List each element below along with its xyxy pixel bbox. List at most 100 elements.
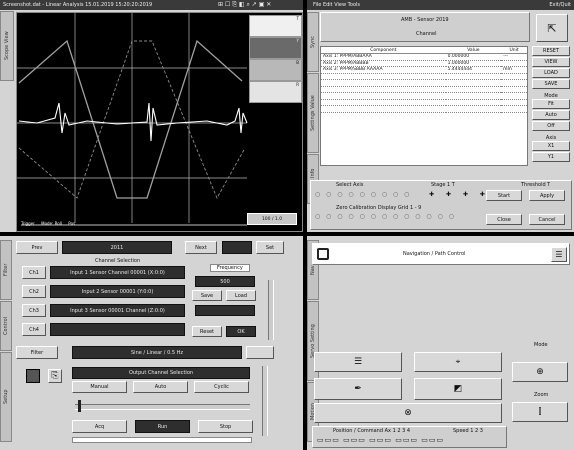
- filter-value[interactable]: Sine / Linear / 0.5 Hz: [72, 346, 242, 359]
- off-button[interactable]: Off: [532, 121, 570, 131]
- set-button[interactable]: Set: [256, 241, 284, 254]
- scope-side-tab[interactable]: Scope View: [0, 11, 14, 81]
- ch1-value[interactable]: Input 1 Sensor Channel 00001 (X:0:0): [50, 266, 185, 279]
- stack-button[interactable]: ☰: [314, 352, 402, 372]
- top-value-display[interactable]: 2011: [62, 241, 172, 254]
- vertical-slider-2[interactable]: [262, 366, 268, 436]
- stage-markers[interactable]: ✚ ✚ ✚ ✚: [429, 191, 490, 198]
- position-status-label: Position / Command Ax 1 2 3 4: [333, 428, 411, 434]
- grid-radio-row[interactable]: ○ ○ ○ ○ ○ ○ ○ ○ ○ ○ ○ ○ ○: [315, 213, 456, 220]
- reset-mini-button[interactable]: Reset: [192, 326, 222, 337]
- copy-icon-button[interactable]: ⎘: [48, 369, 62, 383]
- horizontal-slider[interactable]: [75, 404, 250, 410]
- ch2-key[interactable]: Ch2: [22, 285, 46, 298]
- filter-extra-button[interactable]: [246, 346, 274, 359]
- scope-status: Trigger ... Mode: Roll ... Pos: [21, 221, 76, 226]
- ch3-key[interactable]: Ch3: [22, 304, 46, 317]
- ch1-key[interactable]: Ch1: [22, 266, 46, 279]
- mid-value[interactable]: [195, 305, 255, 316]
- fit-button[interactable]: Fit: [532, 99, 570, 109]
- legend-swatch-3[interactable]: B: [249, 59, 302, 81]
- save-button[interactable]: SAVE: [532, 79, 570, 89]
- mode-button[interactable]: ⊕: [512, 362, 568, 382]
- legend-swatch-1[interactable]: T: [249, 15, 302, 37]
- apply-button[interactable]: Apply: [529, 190, 565, 201]
- acq-button[interactable]: Acq: [72, 420, 127, 433]
- target-icon: ⌖: [455, 357, 461, 366]
- zoom-readout[interactable]: 100 / 1.0: [247, 213, 297, 225]
- copy-icon: ⎘: [51, 371, 59, 381]
- toolbar-icons[interactable]: ⊞ ☐ ⎘ ◧ ⌕ ↗ ▣ ✕: [218, 1, 271, 9]
- freq-label: Frequency: [210, 264, 250, 272]
- axis-radio-row[interactable]: ○ ○ ○ ○ ○ ○ ○ ○ ○: [315, 191, 411, 198]
- view-button[interactable]: VIEW: [532, 57, 570, 67]
- threshold-label: Threshold T: [521, 182, 551, 188]
- bar-icon: ⫿: [538, 407, 542, 417]
- table-right-buttons: RESET VIEW LOAD SAVE Mode Fit Auto Off A…: [532, 46, 570, 162]
- reset-button[interactable]: RESET: [532, 46, 570, 56]
- side-value-display[interactable]: [222, 241, 252, 254]
- exit-label[interactable]: Exit/Quit: [549, 2, 571, 8]
- ch3-value[interactable]: Input 3 Sensor 00001 Channel (Z:0:0): [50, 304, 185, 317]
- table-header-sub: Channel: [416, 31, 437, 37]
- next-button[interactable]: Next: [185, 241, 217, 254]
- freq-value[interactable]: 500: [195, 276, 255, 287]
- load-button[interactable]: LOAD: [532, 68, 570, 78]
- table-side-tab-sync[interactable]: Sync: [307, 12, 319, 72]
- stop-button[interactable]: Stop: [198, 420, 253, 433]
- path-button[interactable]: ◩: [414, 378, 502, 400]
- target-button[interactable]: ⌖: [414, 352, 502, 372]
- legend-swatch-2[interactable]: Y: [249, 37, 302, 59]
- cancel-motion-button[interactable]: ⊗: [314, 403, 502, 423]
- filter-label-button[interactable]: Filter: [16, 346, 58, 359]
- speed-status-label: Speed 1 2 3: [453, 428, 483, 434]
- zoom-button[interactable]: ⫿: [512, 402, 568, 422]
- zoom-group-label: Zoom: [534, 392, 549, 398]
- slider-thumb[interactable]: [78, 400, 81, 412]
- y1-button[interactable]: Y1: [532, 152, 570, 162]
- run-button[interactable]: Run: [135, 420, 190, 433]
- cancel-button[interactable]: Cancel: [529, 214, 565, 225]
- control-side-tab-control[interactable]: Control: [0, 301, 12, 351]
- mode-group-label: Mode: [534, 342, 548, 348]
- vertical-slider-1[interactable]: [268, 280, 274, 340]
- cancel-circle-icon: ⊗: [404, 408, 412, 418]
- data-table[interactable]: Component Value Unit Axis 1: PPPM/ABBAAA…: [320, 46, 528, 166]
- close-button[interactable]: Close: [486, 214, 522, 225]
- manual-button[interactable]: Manual: [72, 381, 127, 393]
- ok-mini-button[interactable]: OK: [226, 326, 256, 337]
- pen-button[interactable]: ✒: [314, 378, 402, 400]
- ch4-key[interactable]: Ch4: [22, 323, 46, 336]
- table-row[interactable]: [321, 106, 527, 112]
- cursor-button[interactable]: ⇱: [536, 14, 568, 42]
- position-boxes[interactable]: ▭▭▭ ▭▭▭ ▭▭▭ ▭▭▭ ▭▭▭: [317, 436, 444, 444]
- ch2-value[interactable]: Input 2 Sensor 00001 (Y:0:0): [50, 285, 185, 298]
- ch4-value[interactable]: [50, 323, 185, 336]
- nav-title-bar: Navigation / Path Control ☰: [312, 243, 570, 265]
- nav-menu-button[interactable]: ☰: [551, 247, 567, 262]
- scope-legend: T Y B R: [249, 15, 302, 115]
- scope-screen[interactable]: T Y B R Trigger ... Mode: Roll ... Pos 1…: [16, 12, 303, 232]
- scope-title: Screenshot.dat - Linear Analysis 15.01.2…: [3, 2, 153, 8]
- menu-icon: ☰: [555, 250, 563, 259]
- auto-button[interactable]: Auto: [532, 110, 570, 120]
- load-mini-button[interactable]: Load: [226, 290, 256, 301]
- stage-label: Stage 1 T: [431, 182, 455, 188]
- prev-button[interactable]: Prev: [16, 241, 58, 254]
- control-side-tab-filter[interactable]: Filter: [0, 240, 12, 300]
- cyclic-button[interactable]: Cyclic: [194, 381, 249, 393]
- control-side-tab-setup[interactable]: Setup: [0, 352, 12, 442]
- cursor-icon: ⇱: [547, 21, 557, 35]
- horizontal-divider[interactable]: [0, 232, 574, 236]
- x1-button[interactable]: X1: [532, 141, 570, 151]
- nav-status-group: Position / Command Ax 1 2 3 4 Speed 1 2 …: [312, 426, 507, 448]
- legend-swatch-4[interactable]: R: [249, 81, 302, 103]
- table-side-tab-settings[interactable]: Settings Value: [307, 73, 319, 153]
- nav-home-icon[interactable]: [317, 248, 329, 260]
- save-mini-button[interactable]: Save: [192, 290, 222, 301]
- path-icon: ◩: [453, 384, 463, 394]
- table-bottom-group: Select Axis Stage 1 T Threshold T ○ ○ ○ …: [310, 180, 572, 230]
- color-swatch[interactable]: [26, 369, 40, 383]
- auto-output-button[interactable]: Auto: [133, 381, 188, 393]
- start-button[interactable]: Start: [486, 190, 522, 201]
